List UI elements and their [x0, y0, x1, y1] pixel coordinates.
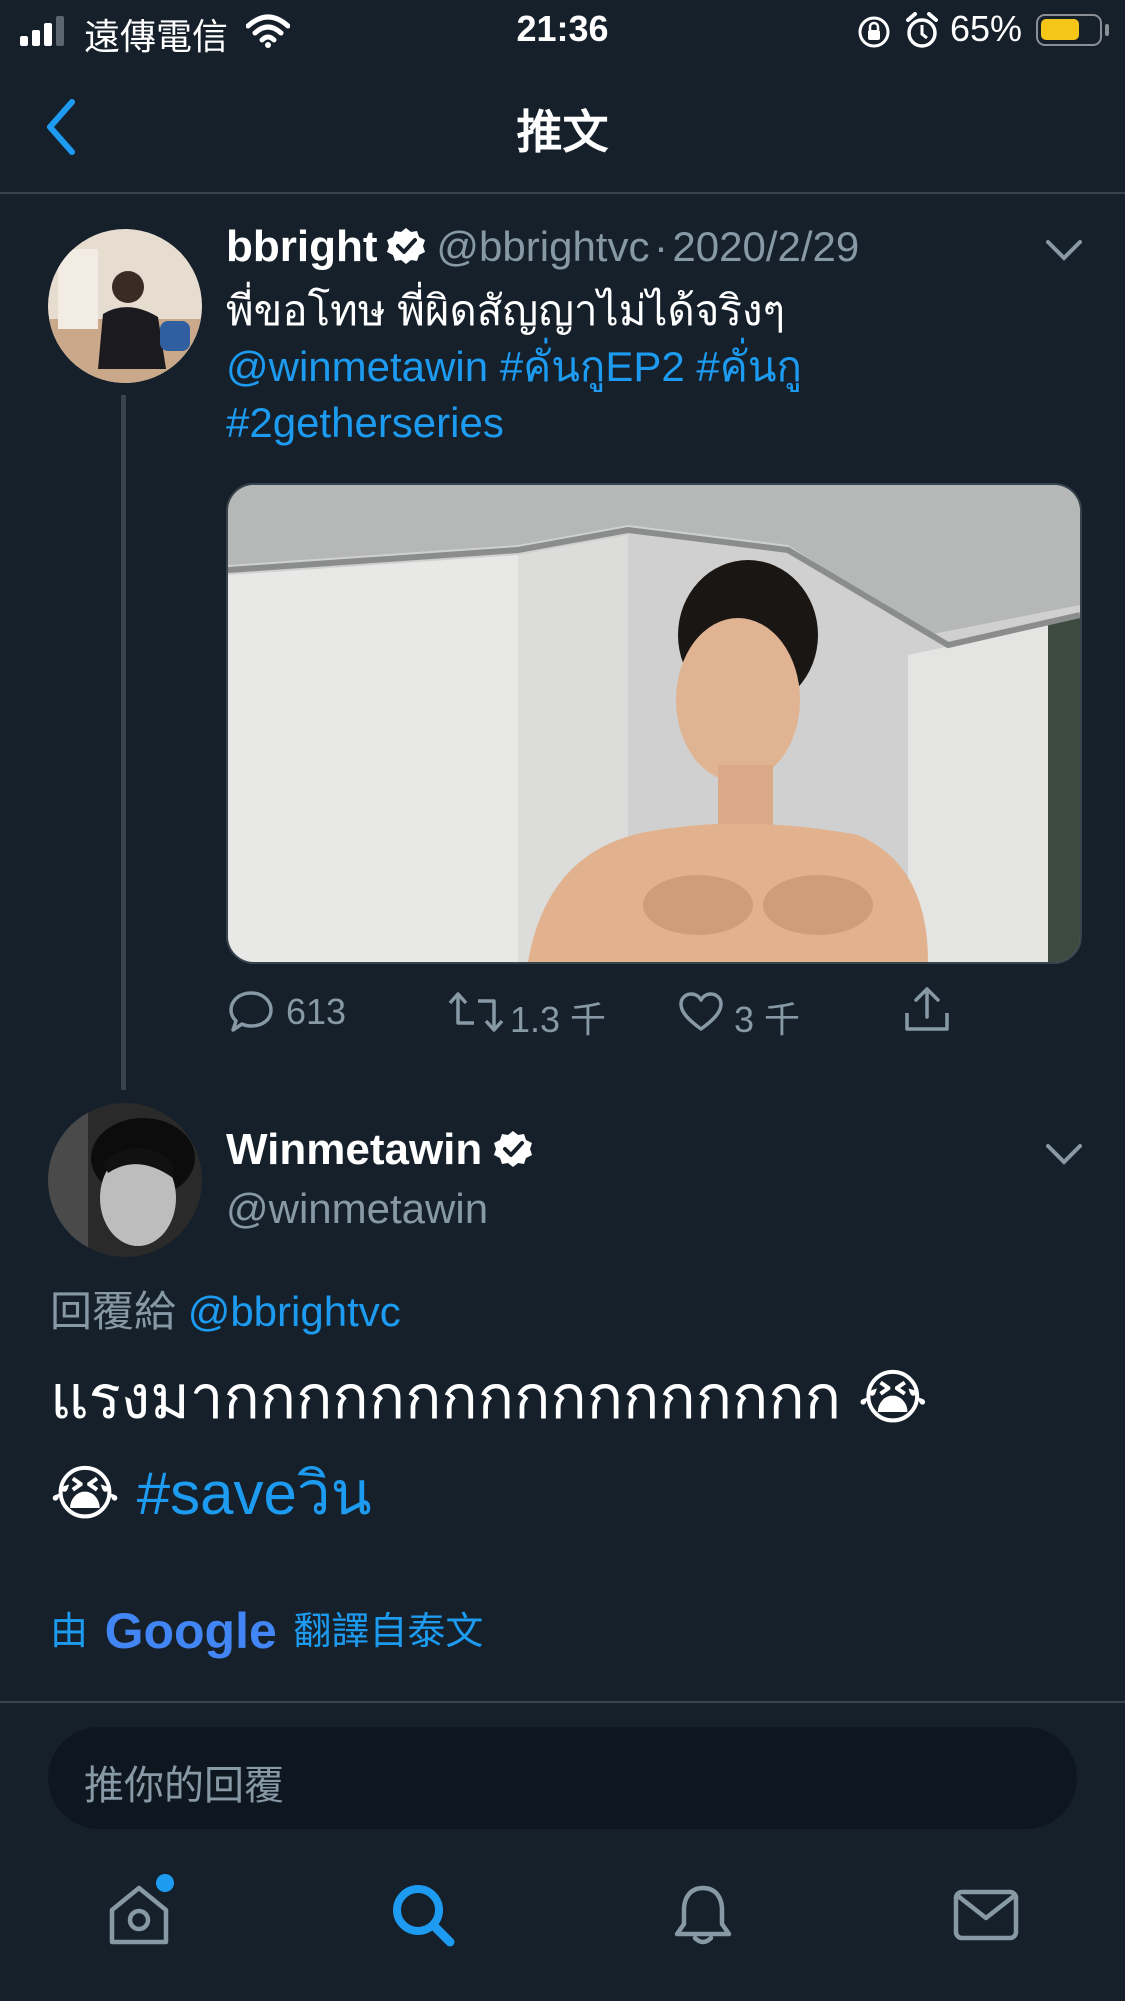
tweet2-header: Winmetawin [226, 1125, 533, 1175]
crying-face-emoji: 😭 [857, 1364, 928, 1431]
avatar-winmetawin[interactable] [48, 1103, 202, 1257]
chevron-down-icon[interactable] [1044, 236, 1084, 264]
author-handle[interactable]: @bbrightvc [436, 223, 649, 270]
bottom-tab-bar [0, 1840, 1125, 2001]
separator-dot: · [653, 223, 668, 270]
retweet-icon[interactable] [448, 991, 504, 1033]
tweet-text-main: แรงมากกกกกกกกกกกกกกกกก [50, 1364, 842, 1431]
new-content-dot [156, 1874, 174, 1892]
tab-home[interactable] [104, 1874, 174, 1950]
tweet1-header: bbright @bbrightvc · 2020/2/29 [226, 222, 859, 272]
reply-input[interactable]: 推你的回覆 [48, 1727, 1077, 1829]
thread-line [121, 395, 126, 1090]
translate-prefix: 由 [50, 1611, 89, 1653]
verified-badge-icon [493, 1131, 532, 1167]
reply-prefix: 回覆給 [50, 1288, 177, 1335]
share-icon[interactable] [902, 985, 952, 1035]
reply-placeholder: 推你的回覆 [84, 1764, 284, 1808]
battery-percent: 65% [950, 8, 1023, 49]
google-logo: Google [104, 1603, 277, 1659]
tweet-text-line: พี่ขอโทษ พี่ผิดสัญญาไม่ได้จริงๆ [226, 287, 786, 334]
tweet1-actions: 613 1.3 千 3 千 [226, 985, 986, 1045]
tab-notifications[interactable] [668, 1880, 738, 1950]
messages-icon[interactable] [950, 1880, 1022, 1950]
page-title: 推文 [516, 106, 609, 158]
author-name[interactable]: bbright [226, 222, 378, 271]
tab-search[interactable] [388, 1880, 458, 1950]
tab-messages[interactable] [950, 1880, 1022, 1950]
avatar-bbright[interactable] [48, 229, 202, 383]
status-bar: 遠傳電信 21:36 65% [0, 0, 1125, 62]
alarm-icon [906, 12, 938, 48]
tweet-media-image[interactable] [226, 483, 1082, 964]
heart-icon[interactable] [678, 991, 724, 1033]
top-bar: 推文 [0, 62, 1125, 194]
comment-icon[interactable] [228, 989, 274, 1035]
share-button[interactable] [902, 985, 952, 1040]
retweet-count: 1.3 千 [510, 999, 607, 1040]
tweet1-text: พี่ขอโทษ พี่ผิดสัญญาไม่ได้จริงๆ @winmeta… [226, 283, 1056, 451]
tweet2-text: แรงมากกกกกกกกกกกกกกกกก 😭 😭 #saveวิน [50, 1350, 1080, 1542]
hashtag-link[interactable]: #saveวิน [137, 1460, 372, 1527]
hashtag-link[interactable]: #คั่นกู [696, 343, 802, 390]
divider [0, 1701, 1125, 1703]
like-count: 3 千 [734, 999, 801, 1040]
tweet-date[interactable]: 2020/2/29 [672, 223, 859, 270]
translate-suffix: 翻譯自泰文 [293, 1611, 484, 1653]
mention-link[interactable]: @winmetawin [226, 343, 488, 390]
author-handle[interactable]: @winmetawin [226, 1185, 488, 1233]
battery-icon [1036, 14, 1102, 46]
reply-count: 613 [286, 991, 347, 1032]
rotation-lock-icon [858, 16, 890, 48]
search-icon[interactable] [388, 1880, 458, 1950]
reply-context: 回覆給 @bbrightvc [50, 1278, 401, 1339]
chevron-down-icon[interactable] [1044, 1140, 1084, 1168]
hashtag-link[interactable]: #2getherseries [226, 399, 504, 446]
verified-badge-icon [386, 228, 425, 264]
notifications-icon[interactable] [668, 1880, 738, 1950]
translation-attribution[interactable]: 由 Google 翻譯自泰文 [50, 1600, 483, 1660]
hashtag-link[interactable]: #คั่นกูEP2 [500, 343, 685, 390]
crying-face-emoji: 😭 [50, 1460, 121, 1527]
reply-mention-link[interactable]: @bbrightvc [188, 1288, 401, 1335]
author-name[interactable]: Winmetawin [226, 1125, 482, 1174]
